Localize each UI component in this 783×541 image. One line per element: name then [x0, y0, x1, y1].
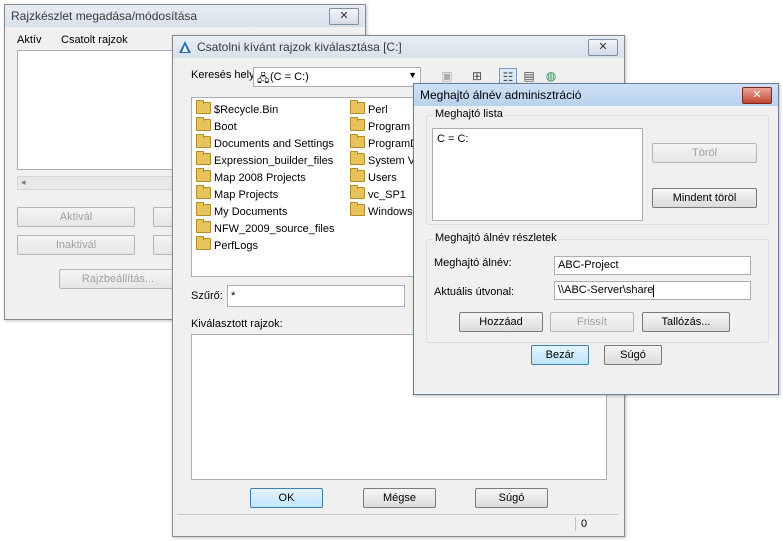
lookin-value: (C = C:) [270, 71, 309, 83]
delete-all-button[interactable]: Mindent töröl [652, 188, 757, 208]
folder-item[interactable]: NFW_2009_source_files [196, 219, 334, 235]
status-count: 0 [581, 518, 588, 530]
chevron-down-icon[interactable]: ▼ [408, 70, 417, 80]
autocad-icon [179, 41, 191, 53]
folder-item[interactable]: PerfLogs [196, 236, 258, 252]
up-folder-icon[interactable]: ▣ [439, 68, 455, 84]
cancel-button[interactable]: Mégse [363, 488, 436, 508]
drive-alias-titlebar[interactable]: Meghajtó álnév adminisztráció ✕ [414, 84, 778, 106]
drive-alias-title: Meghajtó álnév adminisztráció [420, 88, 582, 102]
folder-item[interactable]: Windows [350, 202, 413, 218]
lookin-combobox[interactable]: 🖧 (C = C:) ▼ [253, 67, 421, 87]
folder-item[interactable]: System Vo [350, 151, 421, 167]
path-label: Aktuális útvonal: [434, 286, 515, 298]
folder-list[interactable]: $Recycle.Bin Boot Documents and Settings… [191, 97, 424, 277]
folder-item[interactable]: Program F [350, 117, 420, 133]
folder-icon [350, 100, 365, 114]
col-header-drawings[interactable]: Csatolt rajzok [61, 34, 128, 46]
drive-list[interactable]: C = C: [432, 128, 643, 221]
folder-item[interactable]: Expression_builder_files [196, 151, 333, 167]
folder-item[interactable]: My Documents [196, 202, 287, 218]
path-input[interactable]: \\ABC-Server\share [554, 281, 751, 300]
folder-icon [196, 168, 211, 182]
activate-button[interactable]: Aktivál [17, 207, 135, 227]
folder-icon [350, 202, 365, 216]
status-bar: 0 [177, 514, 618, 533]
deactivate-button[interactable]: Inaktivál [17, 235, 135, 255]
folder-item[interactable]: Map Projects [196, 185, 278, 201]
folder-icon [196, 219, 211, 233]
folder-icon [350, 151, 365, 165]
add-button[interactable]: Hozzáad [459, 312, 543, 332]
status-divider [575, 517, 576, 531]
horizontal-scrollbar[interactable]: ◂ [17, 176, 187, 190]
folder-icon [196, 185, 211, 199]
drive-alias-dialog: Meghajtó álnév adminisztráció ✕ Meghajtó… [413, 83, 779, 395]
folder-icon [196, 134, 211, 148]
help-button[interactable]: Súgó [475, 488, 548, 508]
select-drawings-title: Csatolni kívánt rajzok kiválasztása [C:] [197, 40, 402, 54]
drive-alias-close-button[interactable]: ✕ [742, 87, 772, 104]
close-icon: ✕ [339, 10, 349, 22]
folder-icon [196, 151, 211, 165]
selected-drawings-label: Kiválasztott rajzok: [191, 318, 283, 330]
drawing-set-titlebar[interactable]: Rajzkészlet megadása/módosítása ✕ [5, 5, 365, 27]
drawing-settings-button[interactable]: Rajzbeállítás... [59, 269, 177, 289]
browse-button[interactable]: Tallózás... [642, 312, 730, 332]
folder-icon [350, 117, 365, 131]
refresh-button[interactable]: Frissít [550, 312, 634, 332]
scroll-left-icon[interactable]: ◂ [21, 177, 26, 188]
filter-input[interactable]: * [227, 285, 405, 307]
filter-label: Szűrő: [191, 290, 223, 302]
drive-list-group-title: Meghajtó lista [433, 108, 505, 120]
drive-icon: 🖧 [257, 73, 270, 85]
folder-icon [196, 117, 211, 131]
folder-icon [196, 202, 211, 216]
folder-item[interactable]: vc_SP1 [350, 185, 406, 201]
close-button[interactable]: Bezár [531, 345, 589, 365]
select-drawings-titlebar[interactable]: Csatolni kívánt rajzok kiválasztása [C:]… [173, 36, 624, 58]
folder-item[interactable]: Users [350, 168, 397, 184]
alias-input[interactable]: ABC-Project [554, 256, 751, 275]
select-drawings-close-button[interactable]: ✕ [588, 39, 618, 56]
delete-button[interactable]: Töröl [652, 143, 757, 163]
drawing-set-close-button[interactable]: ✕ [329, 8, 359, 25]
folder-item[interactable]: Map 2008 Projects [196, 168, 306, 184]
close-icon: ✕ [598, 41, 608, 53]
folder-item[interactable]: $Recycle.Bin [196, 100, 278, 116]
drive-list-item[interactable]: C = C: [437, 133, 468, 145]
ok-button[interactable]: OK [250, 488, 323, 508]
details-view-icon[interactable]: ▤ [521, 68, 537, 84]
folder-icon [350, 168, 365, 182]
col-header-active[interactable]: Aktív [17, 34, 41, 46]
text-cursor [653, 285, 654, 297]
drawing-set-title: Rajzkészlet megadása/módosítása [11, 9, 198, 23]
drive-details-group-title: Meghajtó álnév részletek [433, 232, 559, 244]
folder-icon [350, 185, 365, 199]
globe-icon[interactable]: ◍ [543, 68, 559, 84]
folder-item[interactable]: Perl [350, 100, 388, 116]
alias-label: Meghajtó álnév: [434, 257, 512, 269]
folder-icon [350, 134, 365, 148]
folder-icon [196, 236, 211, 250]
attached-drawings-list[interactable] [17, 50, 187, 170]
folder-item[interactable]: Documents and Settings [196, 134, 334, 150]
help-button[interactable]: Súgó [604, 345, 662, 365]
folder-item[interactable]: Boot [196, 117, 237, 133]
folder-icon [196, 100, 211, 114]
close-icon: ✕ [752, 89, 762, 101]
network-icon[interactable]: ⊞ [469, 68, 485, 84]
